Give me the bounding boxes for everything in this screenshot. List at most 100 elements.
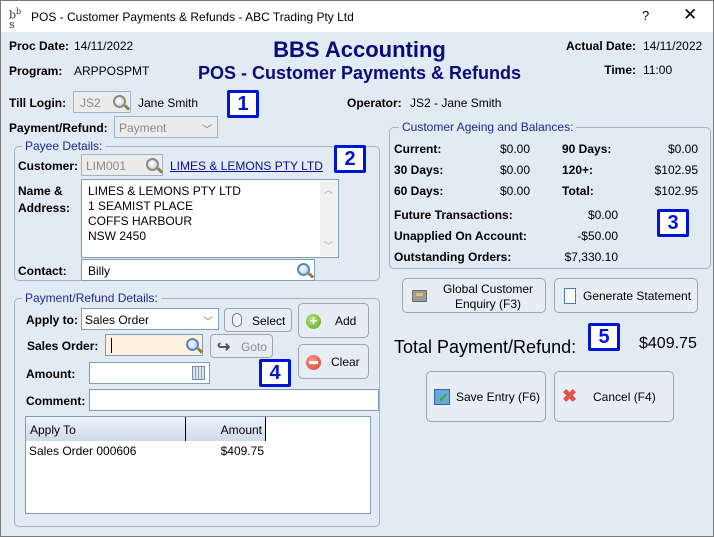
clear-label: Clear	[331, 355, 360, 369]
actual-date-label: Actual Date:	[565, 39, 636, 53]
global-customer-enquiry-line2: Enquiry (F3)	[454, 297, 522, 311]
callout-badge-5: 5	[588, 323, 620, 351]
plus-circle-icon: +	[306, 314, 321, 329]
global-customer-enquiry-button[interactable]: Global Customer Enquiry (F3)	[402, 278, 546, 313]
address-line: COFFS HARBOUR	[88, 214, 193, 228]
save-check-icon: ✓	[434, 389, 450, 405]
total-payment-refund-value: $409.75	[639, 335, 697, 352]
minus-circle-icon	[306, 355, 321, 370]
cancel-x-icon: ✖	[562, 386, 578, 406]
add-button[interactable]: + Add	[298, 303, 369, 338]
till-login-field[interactable]: JS2	[73, 91, 131, 113]
address-line: LIMES & LEMONS PTY LTD	[88, 184, 241, 198]
total-payment-refund-label: Total Payment/Refund:	[394, 337, 577, 357]
goto-label: Goto	[241, 340, 268, 354]
window-title: POS - Customer Payments & Refunds - ABC …	[31, 10, 354, 24]
operator-value: JS2 - Jane Smith	[410, 96, 502, 110]
clear-button[interactable]: Clear	[298, 344, 369, 379]
grid-header-apply-to[interactable]: Apply To	[26, 417, 186, 441]
unapplied-label: Unapplied On Account:	[394, 229, 527, 243]
d90-value: $0.00	[667, 142, 698, 156]
contact-field[interactable]: Billy	[81, 259, 315, 281]
sales-order-label: Sales Order:	[27, 339, 99, 353]
amount-field[interactable]	[89, 362, 210, 384]
d90-label: 90 Days:	[562, 142, 612, 156]
grid-header-amount[interactable]: Amount	[186, 417, 266, 441]
bsb-logo-icon: bb s	[9, 7, 22, 31]
scroll-up-icon[interactable]: ︿	[324, 183, 333, 196]
customer-label: Customer:	[18, 159, 79, 173]
search-icon[interactable]	[146, 158, 159, 171]
time-value: 11:00	[643, 63, 673, 77]
row-apply-to: Sales Order 000606	[29, 444, 137, 458]
unapplied-value: -$50.00	[577, 229, 618, 243]
d60-label: 60 Days:	[394, 184, 444, 198]
customer-code-field[interactable]: LIM001	[81, 154, 163, 176]
customer-ageing-title: Customer Ageing and Balances:	[399, 120, 577, 134]
customer-name-link[interactable]: LIMES & LEMONS PTY LTD	[170, 159, 323, 173]
outstanding-orders-label: Outstanding Orders:	[394, 250, 512, 264]
goto-button[interactable]: ↪ Goto	[210, 334, 273, 358]
save-entry-label: Save Entry (F6)	[456, 390, 541, 404]
help-button[interactable]: ?	[642, 8, 649, 23]
current-value: $0.00	[499, 142, 530, 156]
d60-value: $0.00	[499, 184, 530, 198]
close-button[interactable]: ✕	[683, 5, 697, 25]
redo-arrow-icon: ↪	[217, 339, 231, 356]
grid-header-amount-label: Amount	[220, 423, 262, 437]
name-address-label-2: Address:	[18, 201, 71, 215]
d120-value: $102.95	[654, 163, 698, 177]
scroll-down-icon[interactable]: ﹀	[324, 239, 333, 252]
add-label: Add	[335, 314, 357, 328]
grid-header-apply-to-label: Apply To	[30, 423, 76, 437]
callout-badge-4: 4	[259, 359, 291, 387]
future-transactions-value: $0.00	[587, 208, 618, 222]
search-icon[interactable]	[186, 338, 199, 351]
select-button[interactable]: Select	[224, 308, 292, 332]
global-customer-enquiry-line1: Global Customer	[442, 282, 534, 296]
payment-refund-value: Payment	[119, 121, 167, 135]
outstanding-orders-value: $7,330.10	[564, 250, 618, 264]
apply-to-select[interactable]: Sales Order ﹀	[81, 308, 219, 330]
row-amount: $409.75	[220, 444, 264, 458]
comment-field[interactable]	[89, 389, 379, 411]
till-user-name: Jane Smith	[138, 96, 199, 110]
sales-order-field[interactable]	[105, 334, 203, 356]
search-icon[interactable]	[297, 263, 310, 276]
future-transactions-label: Future Transactions:	[394, 208, 513, 222]
address-line: 1 SEAMIST PLACE	[88, 199, 194, 213]
customer-code-value: LIM001	[86, 159, 127, 173]
total-value: $102.95	[654, 184, 698, 198]
time-label: Time:	[604, 63, 636, 77]
address-line: NSW 2450	[88, 229, 147, 243]
payment-refund-details-title: Payment/Refund Details:	[22, 291, 161, 305]
callout-badge-2: 2	[334, 145, 366, 173]
pos-window: bb s POS - Customer Payments & Refunds - …	[0, 0, 714, 537]
name-address-textarea[interactable]: LIMES & LEMONS PTY LTD 1 SEAMIST PLACE C…	[81, 179, 339, 258]
callout-badge-3: 3	[657, 209, 689, 237]
address-scrollbar[interactable]: ︿ ﹀	[320, 181, 337, 256]
amount-label: Amount:	[26, 367, 76, 381]
apply-to-grid[interactable]: Apply To Amount Sales Order 000606 $409.…	[25, 416, 371, 514]
payment-refund-select[interactable]: Payment ﹀	[114, 116, 218, 138]
global-customer-enquiry-label: Global Customer Enquiry (F3)	[438, 282, 538, 312]
generate-statement-label: Generate Statement	[583, 289, 692, 303]
contact-label: Contact:	[18, 264, 67, 278]
apply-to-label: Apply to:	[26, 313, 78, 327]
d120-label: 120+:	[562, 163, 594, 177]
mouse-icon	[232, 313, 242, 327]
address-lines: LIMES & LEMONS PTY LTD 1 SEAMIST PLACE C…	[88, 184, 241, 244]
generate-statement-button[interactable]: Generate Statement	[554, 278, 698, 313]
calculator-icon[interactable]	[192, 366, 205, 380]
search-icon[interactable]	[113, 95, 126, 108]
cancel-button[interactable]: ✖ Cancel (F4)	[554, 371, 674, 422]
current-label: Current:	[394, 142, 442, 156]
title-bar: bb s POS - Customer Payments & Refunds - …	[1, 1, 713, 32]
name-address-label-1: Name &	[18, 184, 63, 198]
save-entry-button[interactable]: ✓ Save Entry (F6)	[426, 371, 546, 422]
table-row[interactable]: Sales Order 000606 $409.75	[26, 441, 266, 461]
text-cursor	[111, 338, 112, 353]
operator-label: Operator:	[347, 96, 402, 110]
callout-badge-1: 1	[227, 90, 259, 118]
chevron-down-icon: ﹀	[203, 317, 213, 328]
